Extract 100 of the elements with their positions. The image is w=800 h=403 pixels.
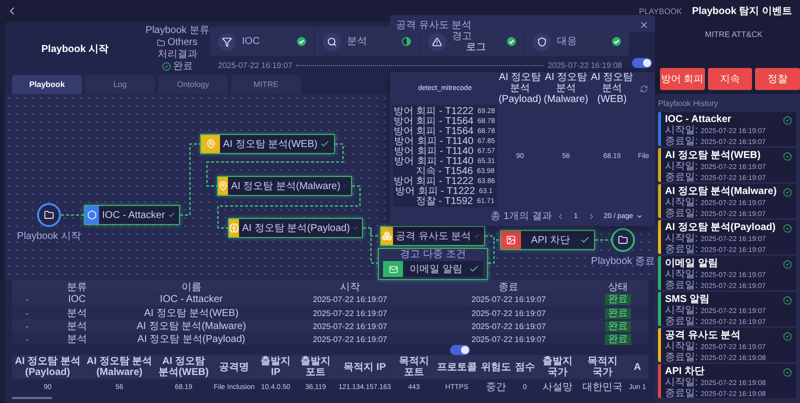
column-header: 출발지 포트: [294, 355, 336, 379]
column-header: AI 정오탐 분석(Malware): [543, 72, 589, 105]
step-note: 로그: [466, 42, 487, 52]
step-icon: [533, 32, 551, 50]
column-header: 목적지 국가: [578, 355, 627, 379]
match-name: 방어 회피 - T1222: [395, 186, 476, 197]
table-cell-text: IOC - Attacker: [158, 294, 224, 305]
step-label: 경고: [452, 30, 473, 42]
step-label: 분석: [347, 36, 368, 47]
mitre-title: MITRE ATT&CK: [705, 30, 764, 39]
column-header: 프로토콜: [434, 355, 479, 379]
table-cell: 중간: [478, 379, 513, 395]
history-item-title: AI 정오탐 분석(Payload): [665, 222, 776, 234]
row-marker: -: [24, 308, 30, 318]
folder-icon: [157, 38, 166, 46]
terminal-node[interactable]: [611, 228, 635, 252]
match-name: 방어 회피 - T1140: [394, 146, 474, 157]
column-header: AI 정오탐 분석(WEB): [590, 72, 634, 105]
flow-node[interactable]: IOC - Attacker: [84, 205, 180, 225]
breadcrumb-item[interactable]: PLAYBOOK: [639, 6, 682, 16]
tab[interactable]: Log: [85, 75, 155, 94]
step-label: 대응: [557, 36, 578, 47]
node-label: AI 정오탐 분석(Payload): [241, 222, 351, 235]
table-cell-text: 분석: [66, 307, 88, 320]
table-cell-text: 분석: [66, 333, 88, 346]
column-header: 출발지 IP: [256, 355, 295, 379]
tactic-button[interactable]: 정찰: [755, 68, 800, 90]
table-cell-text: 2025-07-22 16:19:07: [312, 334, 388, 344]
tactic-button[interactable]: 방어 회피: [660, 68, 705, 90]
table-cell-text: 2025-07-22 16:19:07: [312, 295, 388, 304]
column-header: 분류: [66, 281, 88, 294]
connector-line: [595, 239, 611, 241]
history-item-title: AI 정오탐 분석(WEB): [665, 150, 761, 162]
column-header: AI 정오탐 분석(Malware): [83, 355, 156, 379]
history-item-title: 이메일 알림: [665, 258, 718, 270]
refresh-icon[interactable]: [640, 84, 648, 92]
column-header: A: [626, 355, 648, 379]
history-item-title: API 차단: [665, 366, 704, 378]
column-header: 목적지 포트: [393, 355, 435, 379]
table-row[interactable]: - IOC IOC - Attacker 2025-07-22 16:19:07 2025-07-22 16:19:07 완료: [12, 293, 648, 306]
step-label: IOC: [242, 36, 261, 47]
column-header: 상태: [607, 281, 629, 294]
info-label: 처리결과: [158, 49, 198, 60]
tab[interactable]: Ontology: [158, 75, 228, 94]
table-cell-text: AI 정오탐 분석(Payload): [136, 333, 246, 346]
flow-node[interactable]: 공격 유사도 분석: [380, 226, 485, 246]
terminal-node[interactable]: [37, 203, 61, 227]
node-label: Playbook 시작: [17, 230, 81, 243]
match-name: 방어 회피 - T1140: [394, 156, 474, 167]
node-label: Playbook 종료: [591, 255, 655, 268]
table-row[interactable]: - 분석 AI 정오탐 분석(Malware) 2025-07-22 16:19:07 2025-07-22 16:19:07 완료: [12, 319, 648, 332]
table-row[interactable]: - 분석 AI 정오탐 분석(Payload) 2025-07-22 16:19:07 2025-07-22 16:19:07 완료: [12, 332, 648, 345]
table-cell-text: 2025-07-22 16:19:07: [312, 322, 388, 330]
row-marker: -: [24, 322, 30, 330]
close-icon[interactable]: [639, 20, 649, 30]
tab[interactable]: MITRE: [231, 75, 301, 94]
caret-icon: [636, 212, 643, 220]
table-row[interactable]: - 분석 AI 정오탐 분석(WEB) 2025-07-22 16:19:07 2025-07-22 16:19:07 완료: [12, 306, 648, 319]
step-icon: [323, 32, 341, 50]
column-header: 점수: [512, 355, 537, 379]
table-cell-text: 분석: [66, 320, 88, 333]
breadcrumb-item[interactable]: Playbook 탐지 이벤트: [692, 4, 792, 18]
tab[interactable]: Playbook: [12, 75, 82, 94]
match-name: 지속 - T1546: [416, 166, 473, 177]
table-cell-text: AI 정오탐 분석(Malware): [136, 320, 248, 333]
playbook-title: Playbook 시작: [40, 42, 110, 56]
table-cell: 대한민국: [578, 379, 627, 395]
flow-node[interactable]: 이메일 알림: [383, 261, 483, 277]
column-header: AI 정오탐 분석(Payload): [498, 72, 542, 105]
toggle-switch[interactable]: [450, 345, 470, 355]
toggle-switch[interactable]: [632, 58, 652, 68]
node-label: 이메일 알림: [408, 263, 464, 276]
node-label: IOC - Attacker: [101, 210, 166, 220]
flow-node[interactable]: AI 정오탐 분석(Payload): [228, 218, 363, 238]
column-header: 시작: [338, 281, 361, 294]
node-label: API 차단: [530, 234, 571, 247]
tactic-button[interactable]: 지속: [708, 68, 752, 90]
scrollbar[interactable]: [12, 397, 52, 399]
folder-icon: [618, 235, 628, 245]
column-header: 위험도: [478, 355, 513, 379]
table-cell-text: AI 정오탐 분석(WEB): [143, 307, 240, 320]
info-label: Playbook 분류: [146, 25, 210, 36]
match-name: 방어 회피 - T1222: [393, 105, 474, 117]
node-label: AI 정오탐 분석(WEB): [222, 138, 318, 151]
column-header: 목적지 IP: [336, 355, 394, 379]
flow-node[interactable]: API 차단: [500, 230, 595, 250]
table-cell-text: 2025-07-22 16:19:07: [312, 308, 388, 318]
category-value: Others: [157, 37, 198, 48]
history-item-title: AI 정오탐 분석(Malware): [665, 186, 777, 198]
flow-node[interactable]: AI 정오탐 분석(Malware): [217, 176, 352, 196]
table-cell-text: 2025-07-22 16:19:07: [470, 295, 547, 304]
status-badge: 완료: [605, 320, 631, 332]
result-count: 총 1개의 결과: [490, 210, 552, 223]
history-item-title: IOC - Attacker: [665, 114, 732, 126]
column-header: AI 정오탐 분석(WEB): [156, 355, 212, 379]
flow-node[interactable]: AI 정오탐 분석(WEB): [200, 134, 335, 154]
group-title: 경고 다중 조건: [400, 249, 466, 261]
step-icon: [428, 32, 446, 50]
match-name: 방어 회피 - T1564: [393, 126, 474, 137]
history-item-title: SMS 알림: [665, 294, 710, 306]
